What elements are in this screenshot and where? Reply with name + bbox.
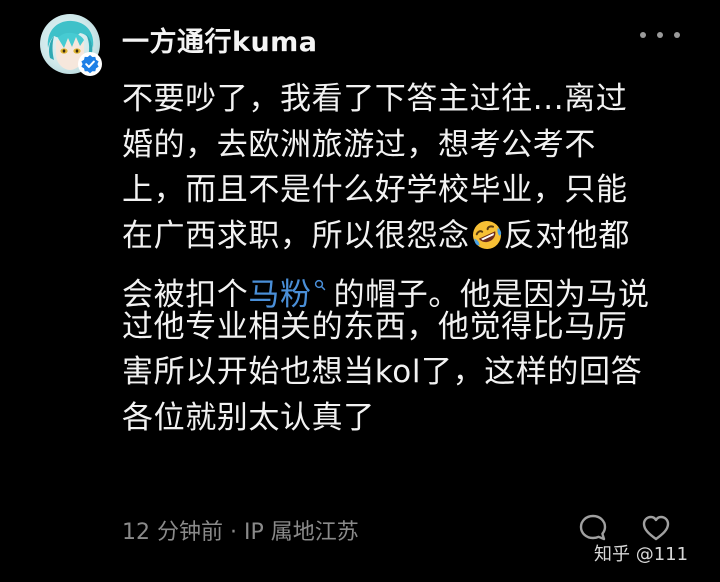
comment-line: 害所以开始也想当kol了，这样的回答 [122,354,643,390]
comment-text: 反对他都 [503,217,631,254]
username[interactable]: 一方通行kuma [122,20,318,59]
avatar[interactable] [40,14,102,76]
comment-line: 不要吵了，我看了下答主过往...离过 [122,81,628,117]
comment-body: 不要吵了，我看了下答主过往...离过 婚的，去欧洲旅游过，想考公考不 上，而且不… [122,77,682,441]
comment-line: 各位就别太认真了 [122,399,375,436]
comment-line: 在广西求职，所以很怨念 反对他都 [122,214,682,260]
rolling-on-floor-laughing-emoji-icon [471,219,503,251]
comment-line: 婚的，去欧洲旅游过，想考公考不 [122,126,596,163]
comment-line: 会被扣个马粉 的帽子。他是因为马说 [122,259,682,313]
comment-line: 过他专业相关的东西，他觉得比马厉 [122,308,628,345]
search-link-icon[interactable] [314,259,326,305]
comment-text: 在广西求职，所以很怨念 [122,217,470,254]
more-options-button[interactable] [640,22,680,48]
comment-line: 上，而且不是什么好学校毕业，只能 [122,172,628,208]
more-dot-icon [640,32,646,38]
verified-badge-icon [78,52,102,76]
more-dot-icon [657,32,663,38]
more-dot-icon [674,32,680,38]
watermark: 知乎 @111 [594,544,689,565]
comment-card: 一方通行kuma 不要吵了，我看了下答主过往...离过 婚的，去欧洲旅游过，想考… [0,0,720,582]
comment-meta: 12 分钟前 · IP 属地江苏 [122,520,359,545]
